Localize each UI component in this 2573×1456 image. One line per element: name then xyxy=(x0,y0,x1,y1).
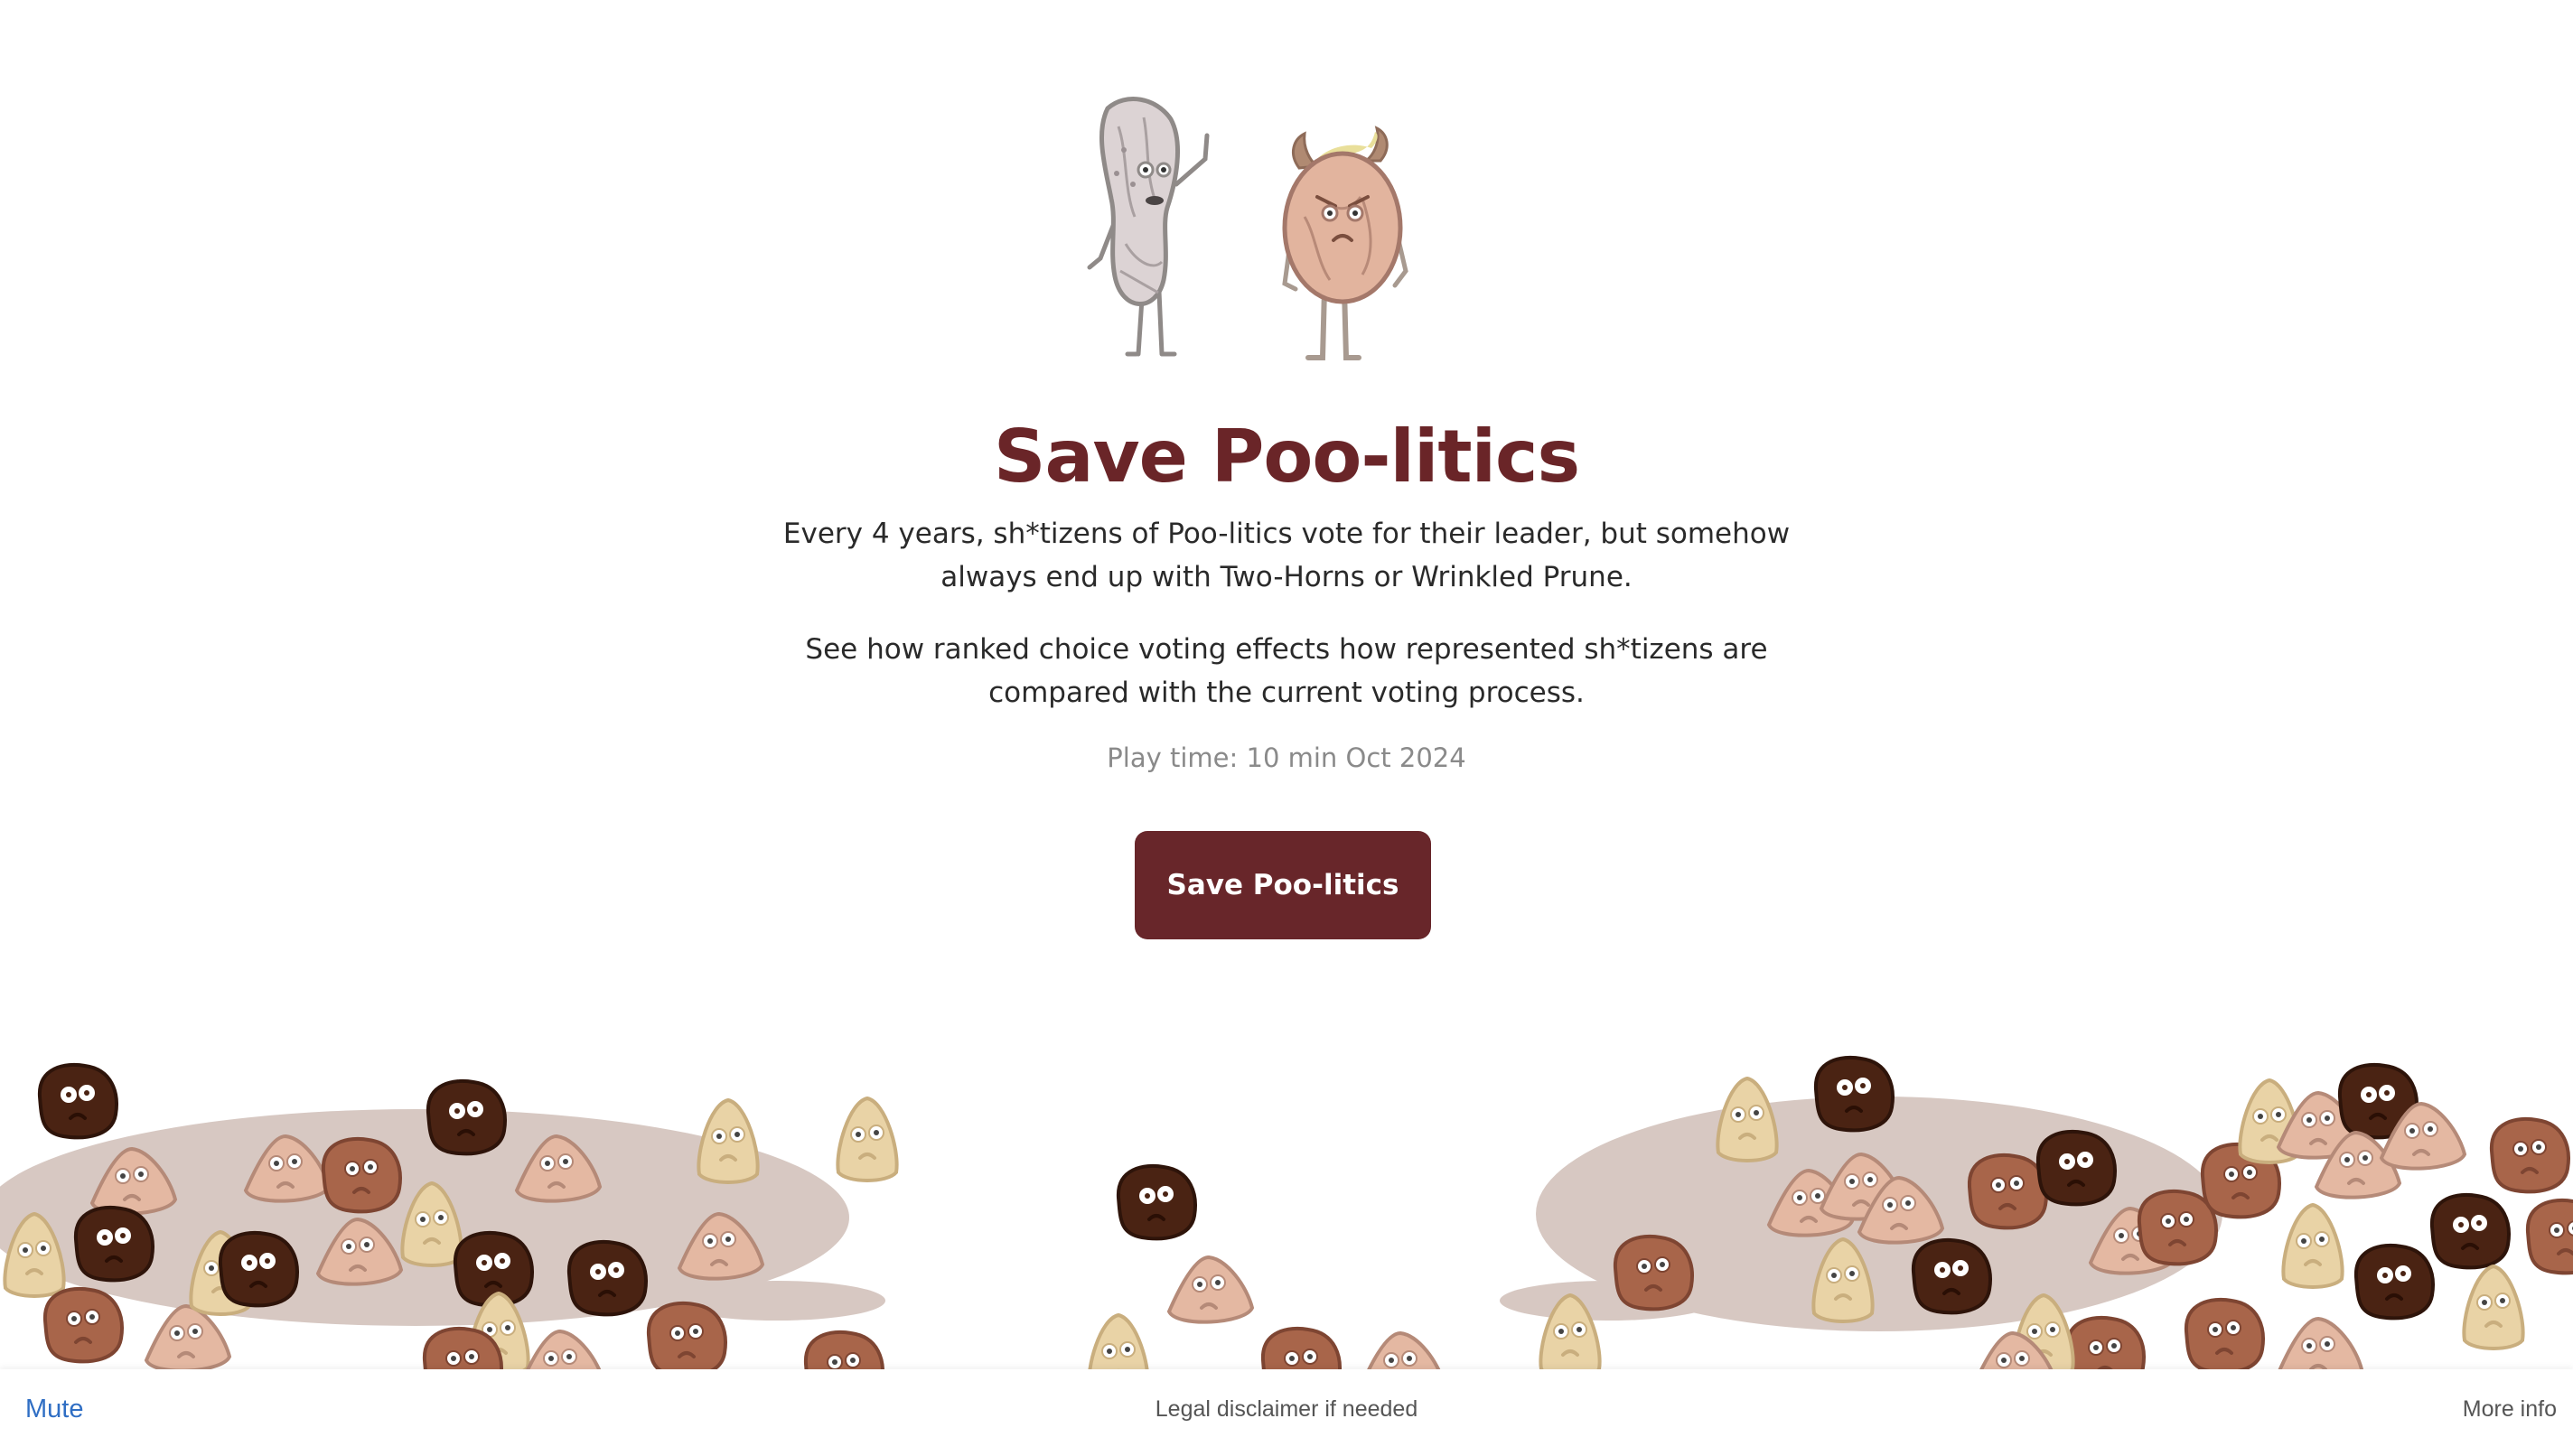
citizen-figure xyxy=(1260,1326,1342,1404)
intro-paragraph-2: See how ranked choice voting effects how… xyxy=(805,633,1768,709)
intro-paragraph-1: Every 4 years, sh*tizens of Poo-litics v… xyxy=(782,518,1791,593)
citizen-figure xyxy=(803,1330,884,1407)
two-horns-character xyxy=(1282,126,1408,360)
citizen-figure xyxy=(2281,1202,2344,1289)
citizen-figure xyxy=(836,1096,899,1182)
citizen-figure xyxy=(73,1205,154,1283)
citizens-crowd-illustration xyxy=(0,1012,2573,1407)
citizen-figure xyxy=(2184,1297,2265,1375)
citizen-figure xyxy=(37,1062,118,1140)
citizen-figure xyxy=(646,1301,727,1378)
citizen-figure xyxy=(2353,1243,2435,1321)
citizen-figure xyxy=(2462,1264,2525,1350)
citizen-figure xyxy=(2035,1129,2117,1207)
citizen-figure xyxy=(518,1329,606,1398)
citizen-figure xyxy=(697,1097,760,1184)
page-title: Save Poo-litics xyxy=(993,414,1580,499)
citizen-figure xyxy=(1716,1076,1779,1162)
citizen-figure xyxy=(2137,1189,2218,1266)
citizen-figure xyxy=(2429,1192,2511,1270)
citizen-figure xyxy=(1613,1234,1694,1311)
citizen-figure xyxy=(1967,1153,2048,1230)
citizen-figure xyxy=(1911,1237,1992,1315)
citizen-figure xyxy=(42,1286,124,1364)
citizen-figure xyxy=(1116,1163,1197,1241)
footer-bar: Mute Legal disclaimer if needed More inf… xyxy=(0,1369,2573,1456)
wrinkled-prune-character xyxy=(1087,97,1210,357)
legal-disclaimer: Legal disclaimer if needed xyxy=(1155,1396,1418,1422)
more-info-link[interactable]: More info xyxy=(2463,1396,2557,1423)
hero-illustration xyxy=(1081,90,1460,370)
save-poo-litics-button[interactable]: Save Poo-litics xyxy=(1135,831,1431,939)
citizen-figure xyxy=(321,1136,402,1214)
citizen-figure xyxy=(2525,1198,2573,1275)
citizen-figure xyxy=(2276,1316,2364,1386)
citizen-figure xyxy=(2064,1315,2146,1393)
citizen-figure xyxy=(1813,1055,1895,1133)
citizen-figure xyxy=(1087,1312,1150,1399)
citizen-figure xyxy=(1358,1330,1446,1400)
play-time-meta: Play time: 10 min Oct 2024 xyxy=(1107,742,1466,773)
citizen-figure xyxy=(1166,1255,1255,1324)
citizen-figure xyxy=(566,1239,648,1317)
citizen-figure xyxy=(426,1078,507,1156)
citizen-figure xyxy=(2489,1116,2570,1194)
citizen-figure xyxy=(218,1230,299,1308)
